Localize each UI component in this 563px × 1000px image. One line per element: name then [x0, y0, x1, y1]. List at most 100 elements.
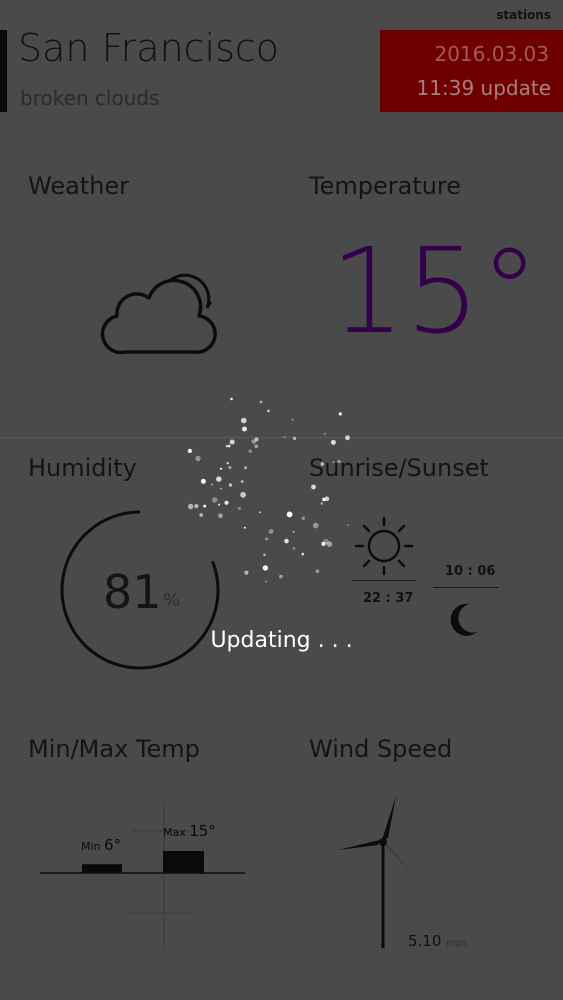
- min-label-text: Min: [81, 840, 101, 853]
- minmax-chart: [40, 801, 245, 951]
- loading-spinner-icon: [187, 397, 350, 583]
- sunset-time: 22 : 37: [363, 591, 414, 606]
- header-accent-bar: [0, 30, 7, 112]
- update-date: 2016.03.03: [434, 42, 549, 66]
- humidity-label: Humidity: [28, 454, 137, 482]
- spinner-dot: [320, 462, 324, 466]
- spinner-dot: [200, 478, 206, 484]
- updating-message: Updating . . .: [210, 628, 353, 653]
- spinner-dot: [220, 488, 222, 490]
- wind-turbine-icon: [338, 796, 416, 948]
- spinner-dot: [248, 449, 252, 453]
- spinner-dot: [188, 503, 194, 510]
- spinner-dot: [346, 524, 349, 527]
- spinner-dot: [244, 466, 248, 470]
- wind-speed: 5.10 mps: [408, 932, 468, 950]
- spinner-dot: [321, 541, 326, 546]
- spinner-dot: [268, 529, 274, 534]
- spinner-dot: [265, 580, 267, 583]
- spinner-dot: [292, 546, 296, 550]
- spinner-dot: [240, 480, 244, 483]
- spinner-dot: [195, 455, 201, 462]
- spinner-dot: [263, 553, 266, 556]
- spinner-dot: [315, 569, 320, 574]
- spinner-dot: [279, 574, 283, 579]
- spinner-dot: [251, 439, 257, 444]
- spinner-dot: [258, 511, 261, 514]
- sunset-divider: [352, 580, 416, 581]
- spinner-dot: [292, 530, 295, 533]
- spinner-dot: [229, 439, 235, 445]
- max-label-text: Max: [163, 826, 186, 839]
- humidity-value: 81: [103, 565, 162, 619]
- spinner-dot: [292, 436, 297, 440]
- weather-dashboard: stations San Francisco broken clouds 201…: [0, 0, 563, 1000]
- spinner-dot: [291, 418, 294, 421]
- spinner-dot: [228, 483, 233, 487]
- min-temp-bar: [82, 864, 122, 873]
- spinner-dot: [301, 516, 306, 520]
- spinner-dot: [244, 570, 249, 575]
- spinner-dot: [259, 400, 263, 404]
- spinner-dot: [187, 448, 193, 454]
- spinner-dot: [230, 397, 233, 401]
- update-time: 11:39 update: [416, 76, 551, 100]
- temperature-value: 15°: [330, 222, 540, 360]
- spinner-dot: [227, 444, 231, 448]
- stations-link[interactable]: stations: [496, 8, 551, 22]
- spinner-dot: [267, 409, 270, 413]
- spinner-dot: [242, 426, 247, 432]
- minmax-label: Min/Max Temp: [28, 735, 200, 763]
- wind-speed-unit: mps: [446, 938, 468, 949]
- spinner-dot: [345, 435, 350, 441]
- wind-speed-value: 5.10: [408, 932, 442, 950]
- spinner-dot: [265, 537, 269, 541]
- spinner-dot: [332, 461, 335, 463]
- max-temp-value: 15°: [189, 822, 216, 840]
- spinner-dot: [211, 497, 218, 503]
- sunrise-divider: [433, 587, 499, 588]
- spinner-dot: [228, 465, 232, 470]
- spinner-dot: [312, 522, 319, 529]
- spinner-dot: [241, 417, 247, 424]
- spinner-dot: [301, 552, 305, 556]
- spinner-dot: [320, 502, 324, 505]
- temperature-label: Temperature: [309, 172, 462, 200]
- spinner-dot: [337, 460, 341, 463]
- city-name: San Francisco: [18, 26, 280, 70]
- spinner-dot: [216, 476, 222, 482]
- spinner-dot: [194, 504, 199, 509]
- update-box[interactable]: 2016.03.03 11:39 update: [380, 30, 563, 112]
- min-temp-value: 6°: [104, 836, 122, 854]
- spinner-dot: [286, 511, 293, 518]
- spinner-dot: [330, 439, 336, 445]
- spinner-dot: [284, 538, 289, 544]
- wind-label: Wind Speed: [309, 735, 453, 763]
- spinner-dot: [237, 506, 242, 511]
- spinner-dot: [322, 497, 326, 502]
- sunrise-time: 10 : 06: [445, 564, 496, 579]
- humidity-unit: %: [163, 590, 181, 611]
- spinner-dot: [240, 491, 246, 498]
- max-temp-label: Max 15°: [163, 822, 216, 840]
- spinner-dot: [225, 445, 228, 448]
- weather-label: Weather: [28, 172, 130, 200]
- spinner-dot: [311, 484, 316, 490]
- min-temp-label: Min 6°: [81, 836, 121, 854]
- spinner-dot: [203, 504, 207, 508]
- spinner-dot: [262, 565, 269, 571]
- weather-condition: broken clouds: [20, 86, 160, 110]
- spinner-dot: [219, 467, 223, 470]
- broken-clouds-icon: [100, 273, 217, 355]
- spinner-dot: [243, 526, 246, 529]
- spinner-dot: [210, 483, 214, 486]
- spinner-dot: [226, 462, 229, 465]
- spinner-dot: [218, 513, 223, 518]
- spinner-dot: [283, 435, 286, 439]
- spinner-dot: [199, 513, 203, 517]
- max-temp-bar: [163, 851, 204, 873]
- spinner-dot: [217, 503, 220, 506]
- spinner-dot: [324, 432, 326, 435]
- spinner-dot: [338, 412, 342, 416]
- spinner-dot: [289, 511, 292, 514]
